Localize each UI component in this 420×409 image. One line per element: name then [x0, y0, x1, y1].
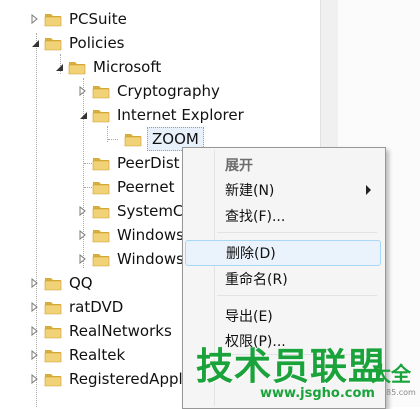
folder-icon — [44, 323, 62, 339]
tree-item[interactable]: Cryptography — [78, 79, 222, 103]
folder-icon — [92, 203, 110, 219]
tree-item[interactable]: Windows — [78, 223, 186, 247]
tree-item[interactable]: RegisteredAppli — [30, 367, 189, 391]
tree-item-label: PCSuite — [69, 10, 127, 28]
tree-item[interactable]: Realtek — [30, 343, 127, 367]
tree-item-label: Realtek — [69, 346, 126, 364]
context-menu-item[interactable]: 新建(N) — [185, 177, 381, 203]
expand-arrow-icon[interactable] — [30, 301, 40, 313]
tree-item[interactable]: SystemCe — [78, 199, 195, 223]
expand-arrow-icon[interactable] — [78, 85, 88, 97]
tree-item-label: Cryptography — [117, 82, 220, 100]
watermark-small-text: 85.com — [386, 388, 416, 397]
context-menu-item-label: 导出(E) — [225, 309, 273, 325]
tree-item-label: RealNetworks — [69, 322, 172, 340]
folder-icon — [44, 347, 62, 363]
folder-icon — [92, 227, 110, 243]
tree-item[interactable]: Policies — [30, 31, 126, 55]
context-menu-item[interactable]: 展开 — [185, 152, 381, 178]
expander-placeholder — [78, 181, 88, 193]
context-menu-item-label: 查找(F)... — [225, 209, 286, 225]
folder-icon — [44, 35, 62, 51]
folder-icon — [44, 299, 62, 315]
expander-placeholder — [78, 157, 88, 169]
folder-icon — [92, 107, 110, 123]
expand-arrow-icon[interactable] — [30, 277, 40, 289]
expand-arrow-icon[interactable] — [78, 205, 88, 217]
context-menu-item[interactable]: 重命名(R) — [185, 266, 381, 292]
tree-item-label: Peernet — [117, 178, 175, 196]
collapse-arrow-icon[interactable] — [78, 109, 88, 121]
folder-icon — [44, 275, 62, 291]
tree-item-label: Policies — [69, 34, 125, 52]
expand-arrow-icon[interactable] — [78, 229, 88, 241]
folder-icon — [44, 11, 62, 27]
tree-item[interactable]: Internet Explorer — [78, 103, 246, 127]
tree-item-label: RegisteredAppli — [69, 370, 187, 388]
folder-icon — [92, 251, 110, 267]
tree-item-label: PeerDist — [117, 154, 180, 172]
expand-arrow-icon[interactable] — [30, 373, 40, 385]
collapse-arrow-icon[interactable] — [54, 61, 64, 73]
folder-icon — [68, 59, 86, 75]
tree-item-label: Microsoft — [93, 58, 162, 76]
tree-item-label: Internet Explorer — [117, 106, 244, 124]
collapse-arrow-icon[interactable] — [30, 37, 40, 49]
tree-item[interactable]: PCSuite — [30, 7, 129, 31]
tree-item[interactable]: ratDVD — [30, 295, 125, 319]
expand-arrow-icon[interactable] — [30, 349, 40, 361]
watermark-side-text: 大全 — [371, 362, 411, 386]
context-menu-item[interactable]: 查找(F)... — [185, 203, 381, 229]
watermark-title: 技术员联盟 — [196, 345, 386, 388]
folder-icon — [124, 131, 142, 147]
menu-separator — [217, 232, 377, 233]
tree-item[interactable]: Microsoft — [54, 55, 163, 79]
watermark: 技术员联盟 大全 www.jsgho.com 85.com — [196, 336, 420, 407]
tree-item[interactable]: Peernet — [78, 175, 177, 199]
folder-icon — [92, 155, 110, 171]
expand-arrow-icon[interactable] — [30, 13, 40, 25]
tree-item-label: Windows — [117, 226, 184, 244]
folder-icon — [92, 179, 110, 195]
tree-item-label: ratDVD — [69, 298, 124, 316]
expander-placeholder — [110, 133, 120, 145]
tree-item[interactable]: Windows — [78, 247, 186, 271]
tree-item-label: QQ — [69, 274, 93, 292]
tree-item[interactable]: RealNetworks — [30, 319, 174, 343]
tree-item[interactable]: QQ — [30, 271, 95, 295]
context-menu-item[interactable]: 导出(E) — [185, 303, 381, 329]
context-menu-item-label: 新建(N) — [225, 183, 275, 199]
tree-item-label: Windows — [117, 250, 184, 268]
folder-icon — [44, 371, 62, 387]
submenu-arrow-icon — [366, 185, 371, 195]
expand-arrow-icon[interactable] — [78, 253, 88, 265]
context-menu-item-label: 展开 — [225, 158, 253, 174]
context-menu-item[interactable]: 删除(D) — [185, 240, 381, 266]
context-menu-item-label: 删除(D) — [226, 246, 276, 262]
expand-arrow-icon[interactable] — [30, 325, 40, 337]
menu-separator — [217, 295, 377, 296]
folder-icon — [92, 83, 110, 99]
context-menu-item-label: 重命名(R) — [225, 272, 288, 288]
watermark-url: www.jsgho.com — [260, 386, 375, 401]
tree-item[interactable]: PeerDist — [78, 151, 182, 175]
